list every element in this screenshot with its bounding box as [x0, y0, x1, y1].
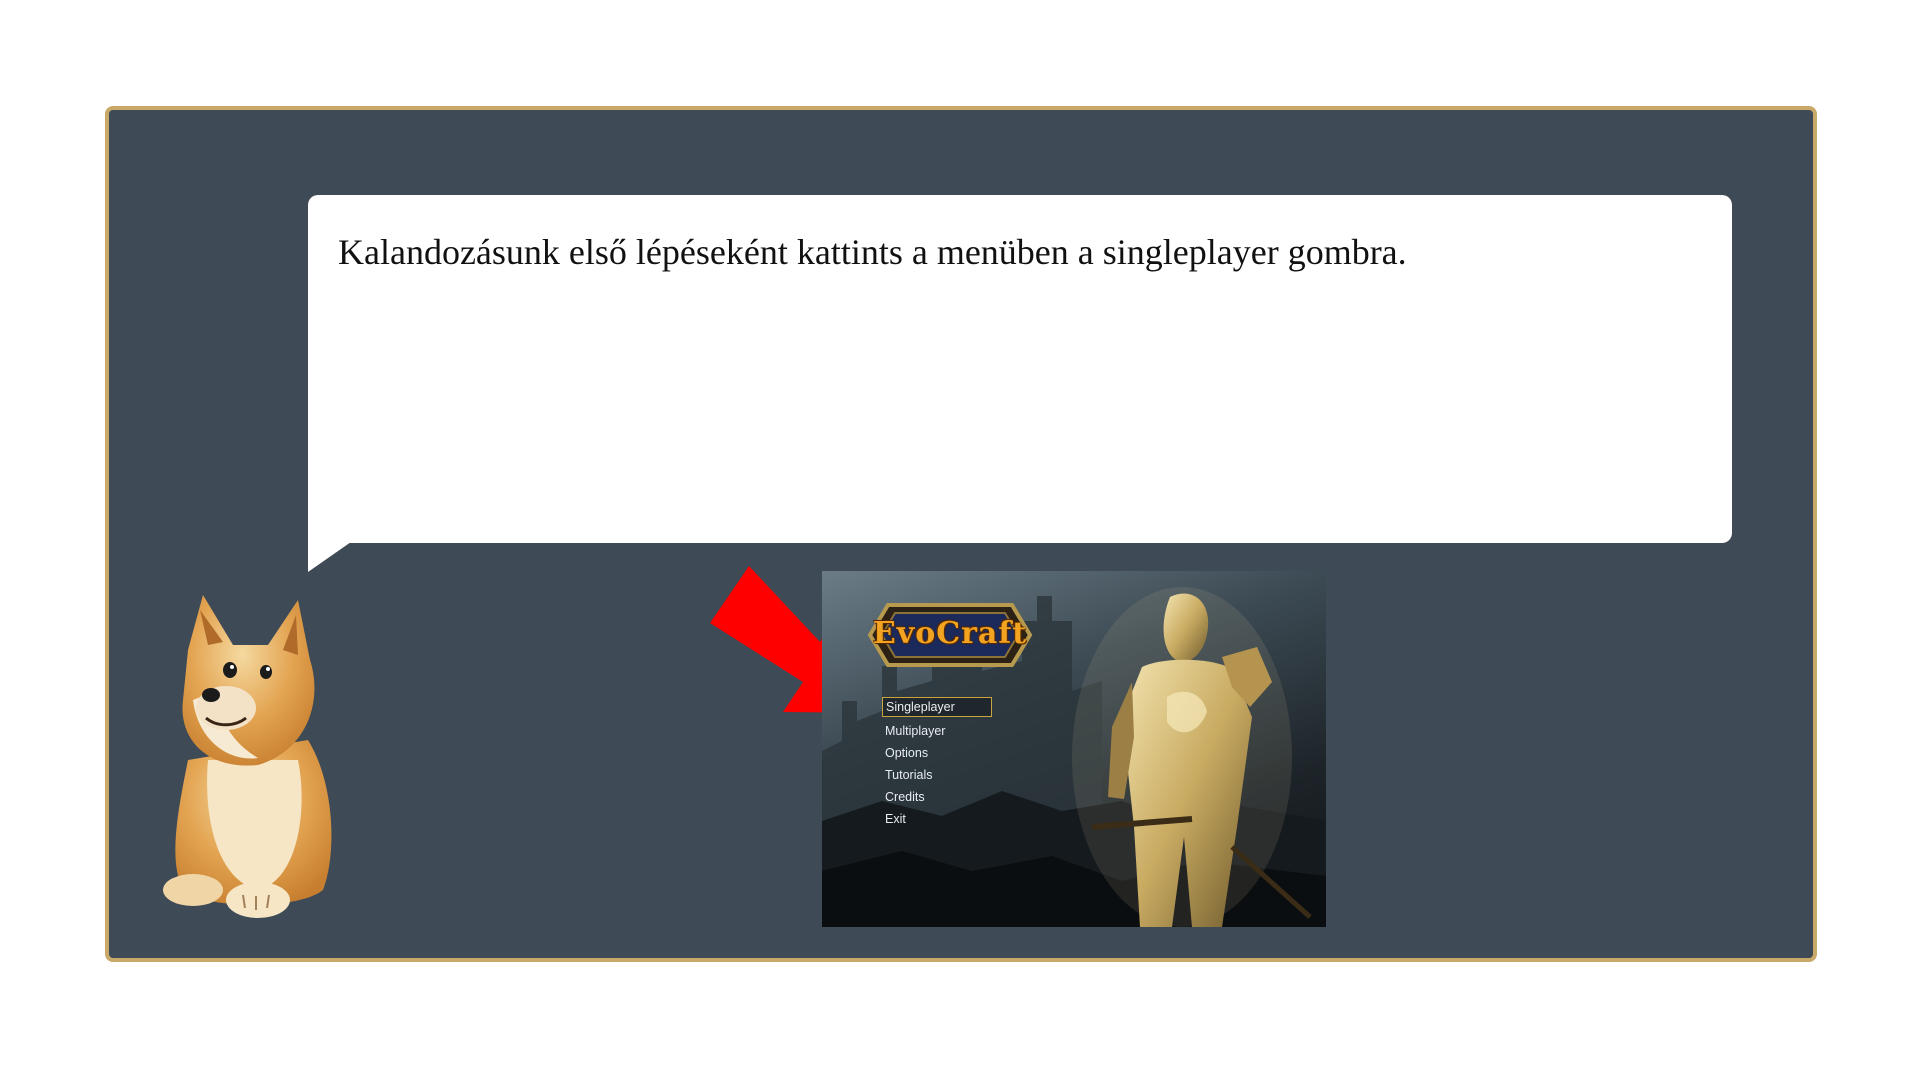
menu-item-credits[interactable]: Credits [882, 786, 992, 808]
game-main-menu: Singleplayer Multiplayer Options Tutoria… [882, 697, 992, 830]
speech-bubble-tail [308, 520, 365, 572]
menu-item-multiplayer[interactable]: Multiplayer [882, 720, 992, 742]
game-screenshot: EvoCraft Singleplayer Multiplayer Option… [822, 571, 1326, 927]
knight-artwork [1072, 587, 1312, 927]
menu-item-singleplayer[interactable]: Singleplayer [882, 697, 992, 717]
doge-mascot-image [163, 595, 332, 918]
menu-item-tutorials[interactable]: Tutorials [882, 764, 992, 786]
speech-bubble: Kalandozásunk első lépéseként kattints a… [308, 195, 1732, 543]
game-logo: EvoCraft [860, 597, 1040, 673]
tutorial-instruction: Kalandozásunk első lépéseként kattints a… [338, 232, 1407, 272]
game-logo-text: EvoCraft [872, 616, 1028, 651]
menu-item-exit[interactable]: Exit [882, 808, 992, 830]
menu-item-options[interactable]: Options [882, 742, 992, 764]
